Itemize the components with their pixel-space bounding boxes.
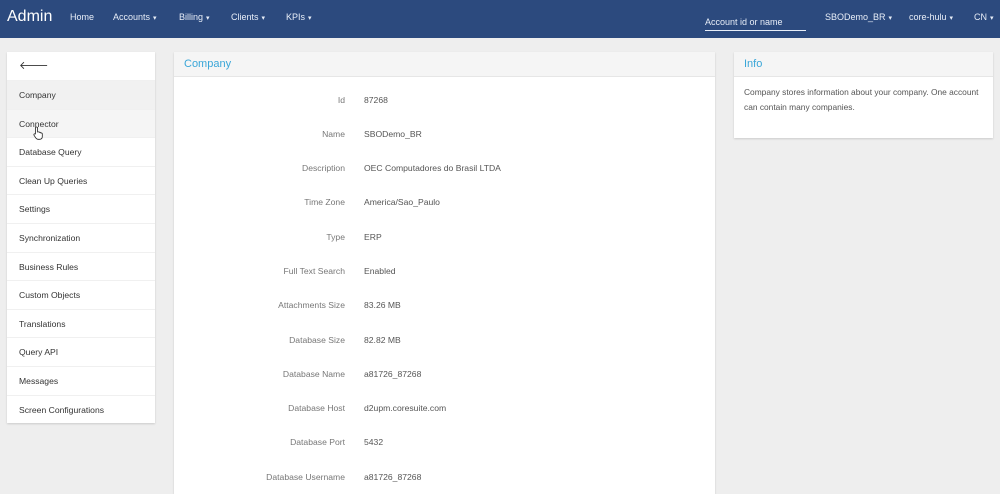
menu-item-business-rules[interactable]: Business Rules	[7, 251, 155, 281]
menu-item-synchronization[interactable]: Synchronization	[7, 222, 155, 252]
field-value: America/Sao_Paulo	[364, 197, 440, 207]
company-switcher-label: SBODemo_BR	[825, 12, 886, 22]
field-row-database-port: Database Port 5432	[174, 434, 715, 450]
account-search	[705, 12, 806, 31]
field-row-full-text-search: Full Text Search Enabled	[174, 263, 715, 279]
nav-kpis-label: KPIs	[286, 12, 306, 22]
back-button[interactable]: 🡐	[7, 52, 155, 80]
field-value: 83.26 MB	[364, 300, 401, 310]
user-menu-label: core-hulu	[909, 12, 947, 22]
field-label: Database Host	[288, 403, 345, 413]
field-label: Id	[337, 95, 345, 105]
field-row-database-host: Database Host d2upm.coresuite.com	[174, 400, 715, 416]
field-value: SBODemo_BR	[364, 129, 422, 139]
chevron-down-icon: ▾	[308, 15, 312, 22]
nav-kpis[interactable]: KPIs ▾	[286, 12, 312, 22]
field-label: Time Zone	[304, 197, 345, 207]
field-row-time-zone: Time Zone America/Sao_Paulo	[174, 194, 715, 210]
hand-cursor-icon	[33, 126, 43, 140]
field-row-id: Id 87268	[174, 92, 715, 108]
field-value: Enabled	[364, 266, 396, 276]
field-value: 87268	[364, 95, 388, 105]
field-label: Type	[326, 232, 345, 242]
field-label: Full Text Search	[283, 266, 345, 276]
field-row-description: Description OEC Computadores do Brasil L…	[174, 160, 715, 176]
menu-item-custom-objects[interactable]: Custom Objects	[7, 280, 155, 309]
menu-item-screen-configurations[interactable]: Screen Configurations	[7, 394, 155, 424]
nav-accounts-label: Accounts	[113, 12, 151, 22]
account-search-input[interactable]	[705, 17, 806, 27]
chevron-down-icon: ▾	[206, 15, 210, 22]
info-panel-title: Info	[734, 52, 993, 77]
field-row-type: Type ERP	[174, 229, 715, 245]
field-value: 5432	[364, 437, 384, 447]
field-value: OEC Computadores do Brasil LTDA	[364, 163, 501, 173]
field-label: Database Size	[289, 335, 345, 345]
chevron-down-icon: ▾	[153, 15, 157, 22]
nav-home-label: Home	[70, 12, 95, 22]
info-description: Company stores information about your co…	[744, 87, 979, 112]
nav-user-menu[interactable]: core-hulu ▾	[909, 12, 953, 22]
chevron-down-icon: ▾	[261, 15, 266, 22]
field-value: a81726_87268	[364, 472, 422, 482]
field-row-database-size: Database Size 82.82 MB	[174, 332, 715, 348]
field-label: Attachments Size	[278, 300, 345, 310]
field-value: d2upm.coresuite.com	[364, 403, 447, 413]
field-row-database-name: Database Name a81726_87268	[174, 366, 715, 382]
nav-company-switcher[interactable]: SBODemo_BR ▾	[825, 12, 892, 22]
chevron-down-icon: ▾	[990, 15, 994, 22]
field-label: Database Name	[282, 369, 345, 379]
field-label: Name	[322, 129, 345, 139]
menu-item-translations[interactable]: Translations	[7, 308, 155, 338]
nav-billing-label: Billing	[179, 12, 204, 22]
menu-item-settings[interactable]: Settings	[7, 194, 155, 223]
nav-accounts[interactable]: Accounts ▾	[113, 12, 157, 22]
chevron-down-icon: ▾	[888, 15, 893, 22]
menu-item-query-api[interactable]: Query API	[7, 337, 155, 366]
menu-item-clean-up-queries[interactable]: Clean Up Queries	[7, 165, 155, 195]
chevron-down-icon: ▾	[949, 15, 954, 22]
brand-title[interactable]: Admin	[7, 8, 52, 26]
side-menu: 🡐 Company Connector Database Query Clean…	[7, 52, 155, 423]
field-label: Description	[302, 163, 345, 173]
top-navbar: Admin Home Accounts ▾ Billing ▾ Clients ▾ K…	[0, 0, 1000, 38]
field-value: a81726_87268	[364, 369, 422, 379]
nav-clients-label: Clients	[231, 12, 259, 22]
menu-item-database-query[interactable]: Database Query	[7, 137, 155, 166]
field-value: 82.82 MB	[364, 335, 401, 345]
menu-item-messages[interactable]: Messages	[7, 365, 155, 395]
arrow-left-icon: 🡐	[19, 60, 49, 72]
field-row-attachments-size: Attachments Size 83.26 MB	[174, 297, 715, 313]
info-panel: Info Company stores information about yo…	[734, 52, 993, 138]
field-label: Database Username	[266, 472, 345, 482]
nav-home[interactable]: Home	[70, 12, 94, 22]
nav-clients[interactable]: Clients ▾	[231, 12, 265, 22]
field-label: Database Port	[290, 437, 345, 447]
nav-language[interactable]: CN ▾	[974, 12, 994, 22]
company-panel-title: Company	[174, 52, 715, 77]
field-value: ERP	[364, 232, 382, 242]
menu-item-company[interactable]: Company	[7, 80, 155, 109]
language-label: CN	[974, 12, 987, 22]
company-panel: Company Id 87268 Name SBODemo_BR Descrip…	[174, 52, 715, 494]
field-row-database-username: Database Username a81726_87268	[174, 469, 715, 485]
menu-item-connector[interactable]: Connector	[7, 108, 155, 138]
nav-billing[interactable]: Billing ▾	[179, 12, 210, 22]
field-row-name: Name SBODemo_BR	[174, 126, 715, 142]
